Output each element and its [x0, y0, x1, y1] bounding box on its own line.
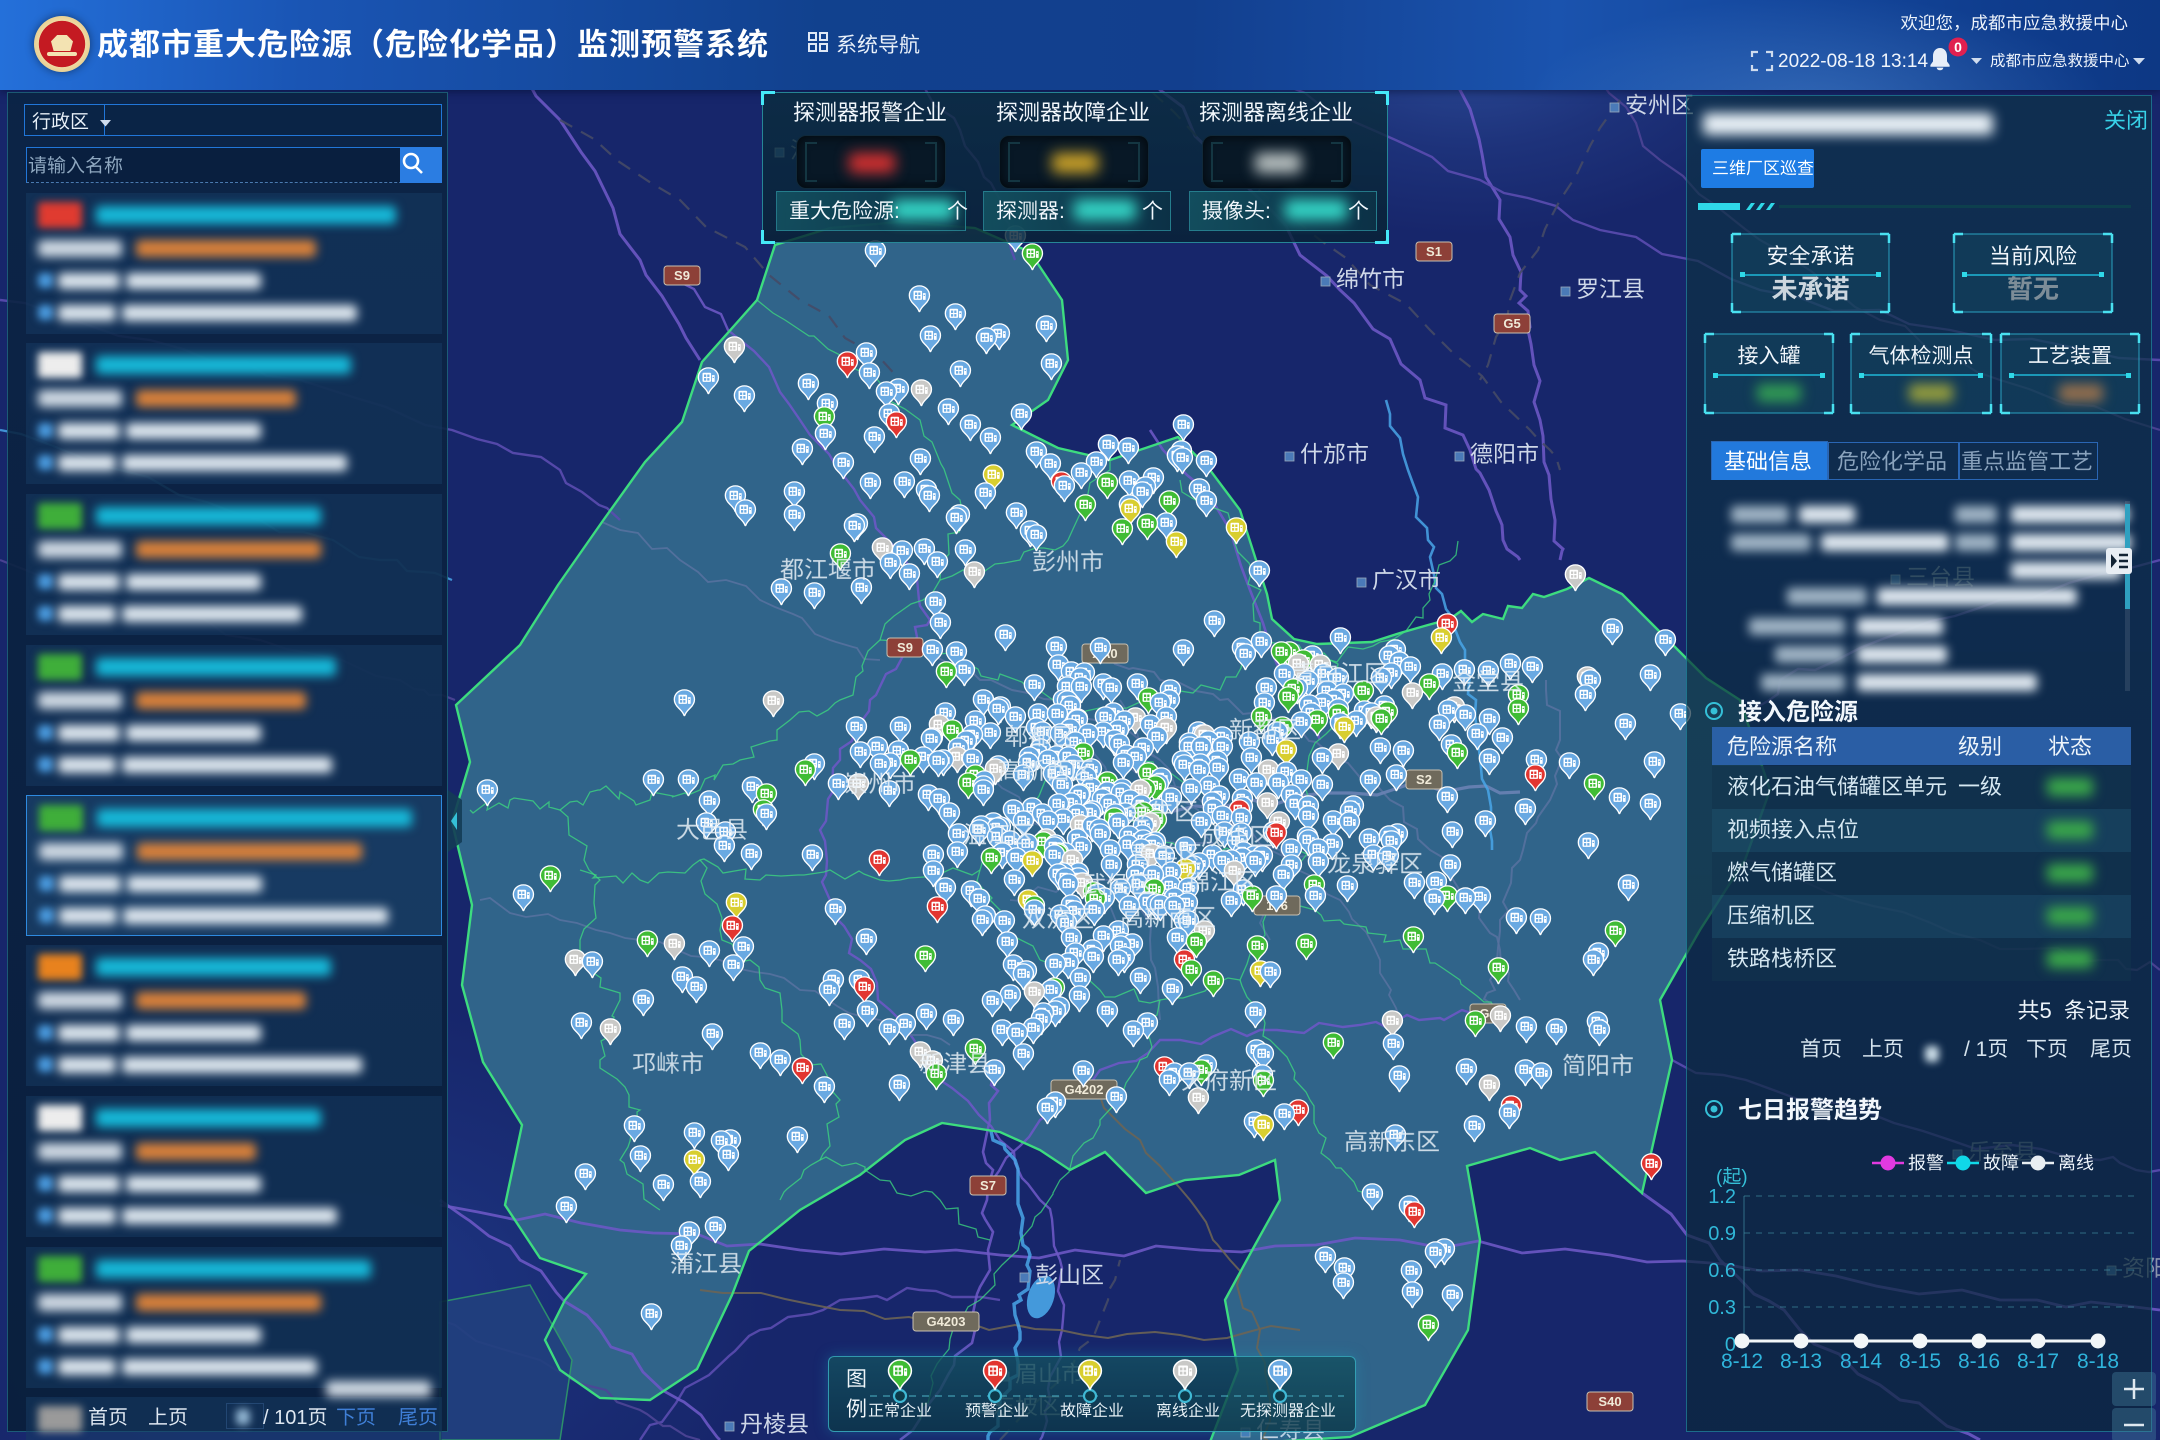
svg-text:S40: S40 — [1598, 1394, 1621, 1409]
svg-text:G5: G5 — [1503, 316, 1520, 331]
svg-text:G4203: G4203 — [926, 1314, 965, 1329]
svg-text:S7: S7 — [980, 1178, 996, 1193]
svg-text:S1: S1 — [1426, 244, 1442, 259]
svg-text:S9: S9 — [897, 640, 913, 655]
svg-text:S9: S9 — [674, 268, 690, 283]
svg-text:S2: S2 — [1416, 772, 1432, 787]
